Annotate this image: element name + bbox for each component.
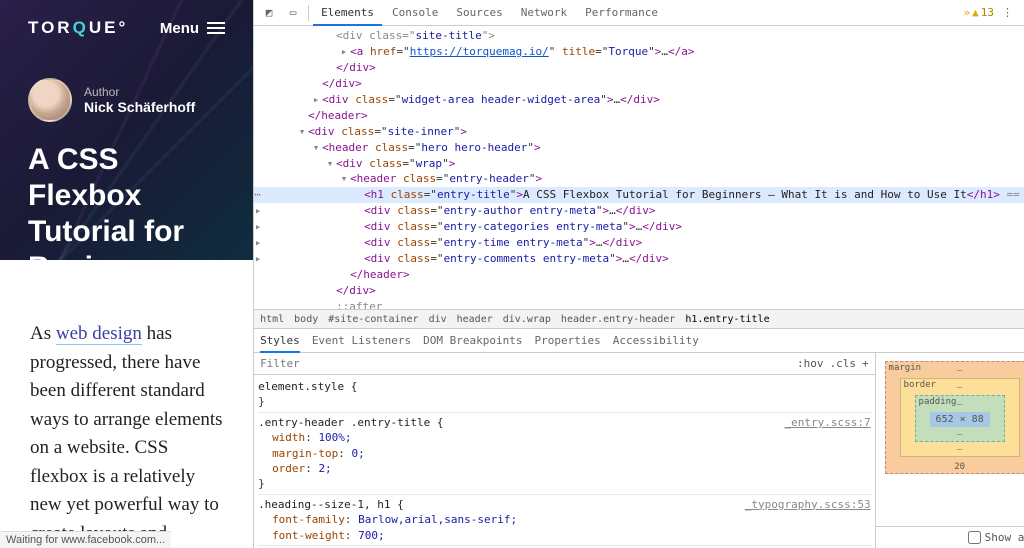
- box-content: 652 × 88: [930, 412, 990, 427]
- warning-badge[interactable]: » ▲13: [964, 6, 995, 19]
- styles-panel: :hov .cls + element.style {}.entry-heade…: [254, 353, 876, 548]
- inspect-icon[interactable]: ◩: [258, 3, 280, 23]
- page-title: A CSS Flexbox Tutorial for Beginners – W…: [28, 142, 225, 260]
- show-all-checkbox[interactable]: [968, 531, 981, 544]
- hov-button[interactable]: :hov: [797, 357, 824, 370]
- pane-event[interactable]: Event Listeners: [312, 334, 411, 347]
- tab-console[interactable]: Console: [384, 0, 446, 26]
- add-rule-button[interactable]: +: [862, 357, 869, 370]
- devtools-pane: ◩ ▭ Elements Console Sources Network Per…: [253, 0, 1024, 548]
- tab-network[interactable]: Network: [513, 0, 575, 26]
- styles-filter-input[interactable]: [260, 357, 791, 370]
- dom-selected-node[interactable]: ⋯<h1 class="entry-title">A CSS Flexbox T…: [254, 187, 1024, 203]
- tab-elements[interactable]: Elements: [313, 0, 382, 26]
- hero: TORQUE° Menu Author Nick Schäferhoff A C…: [0, 0, 253, 260]
- author-label: Author: [84, 85, 195, 99]
- pane-styles[interactable]: Styles: [260, 329, 300, 353]
- menu-button[interactable]: Menu: [160, 20, 225, 37]
- web-design-link[interactable]: web design: [56, 323, 142, 345]
- tab-sources[interactable]: Sources: [448, 0, 510, 26]
- dom-tree[interactable]: <div class="site-title"> ▸<a href="https…: [254, 26, 1024, 309]
- pane-props[interactable]: Properties: [535, 334, 601, 347]
- breadcrumb[interactable]: htmlbody#site-containerdivheaderdiv.wrap…: [254, 309, 1024, 329]
- avatar: [28, 78, 72, 122]
- pane-a11y[interactable]: Accessibility: [613, 334, 699, 347]
- hamburger-icon: [207, 22, 225, 34]
- site-logo[interactable]: TORQUE°: [28, 18, 128, 38]
- cls-button[interactable]: .cls: [830, 357, 857, 370]
- browser-status: Waiting for www.facebook.com...: [0, 531, 171, 548]
- website-pane: TORQUE° Menu Author Nick Schäferhoff A C…: [0, 0, 253, 548]
- kebab-icon[interactable]: ⋮: [996, 6, 1019, 19]
- author-name[interactable]: Nick Schäferhoff: [84, 99, 195, 115]
- article-body: As web design has progressed, there have…: [0, 260, 253, 548]
- styles-tabs: Styles Event Listeners DOM Breakpoints P…: [254, 329, 1024, 353]
- caret-icon[interactable]: ▸: [338, 44, 350, 60]
- devtools-toolbar: ◩ ▭ Elements Console Sources Network Per…: [254, 0, 1024, 26]
- tab-performance[interactable]: Performance: [577, 0, 666, 26]
- device-icon[interactable]: ▭: [282, 3, 304, 23]
- box-model: margin– border– padding– 652 × 88 – – 20…: [876, 353, 1024, 548]
- pane-dom[interactable]: DOM Breakpoints: [423, 334, 522, 347]
